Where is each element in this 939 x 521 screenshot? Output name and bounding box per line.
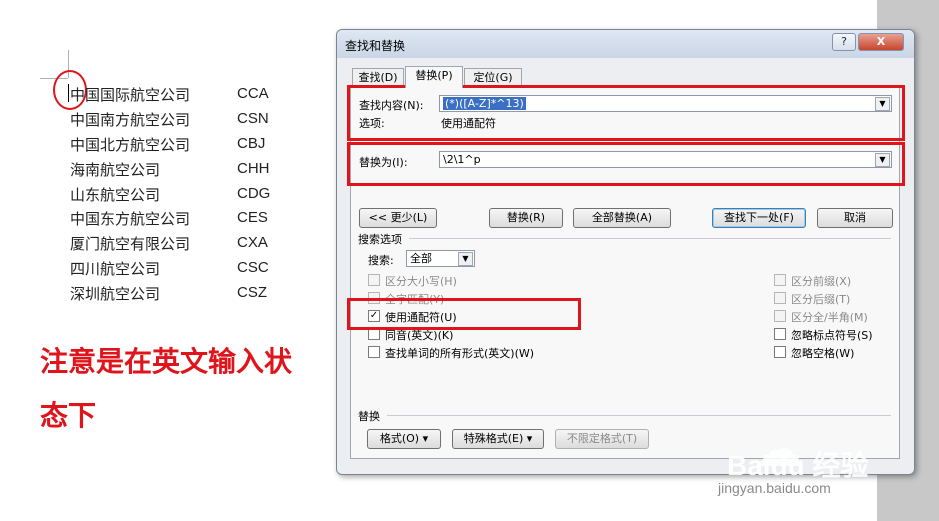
cancel-button[interactable]: 取消 — [817, 208, 893, 228]
replace-highlight-box — [347, 142, 905, 186]
match-case-checkbox[interactable] — [368, 274, 380, 286]
format-button[interactable]: 格式(O) ▾ — [367, 429, 441, 449]
all-word-forms-checkbox[interactable] — [368, 346, 380, 358]
ignore-space-checkbox[interactable] — [774, 346, 786, 358]
section-divider — [387, 415, 891, 416]
airline-code: CCA — [237, 85, 269, 102]
watermark-url: jingyan.baidu.com — [718, 480, 831, 496]
dialog-title: 查找和替换 — [345, 39, 406, 53]
airline-name: 山东航空公司 — [70, 186, 161, 204]
match-prefix-checkbox[interactable] — [774, 274, 786, 286]
watermark-brand: Baidu 经验 — [727, 450, 869, 481]
dropdown-arrow-icon[interactable]: ▼ — [458, 252, 473, 266]
airline-name: 中国北方航空公司 — [70, 136, 191, 154]
ignore-space-label: 忽略空格(W) — [791, 347, 855, 360]
airline-name: 中国南方航空公司 — [70, 111, 191, 129]
airline-name: 深圳航空公司 — [70, 285, 161, 303]
ignore-punct-checkbox[interactable] — [774, 328, 786, 340]
airline-name: 中国东方航空公司 — [70, 210, 191, 228]
find-next-button[interactable]: 查找下一处(F) — [712, 208, 806, 228]
airline-code: CSN — [237, 110, 269, 127]
annotation-note: 注意是在英文输入状 — [40, 345, 293, 378]
find-replace-dialog: 查找和替换 ? X 查找(D) 替换(P) 定位(G) 查找内容(N): (*)… — [336, 29, 915, 475]
airline-code: CBJ — [237, 135, 266, 152]
airline-code: CES — [237, 209, 268, 226]
airline-name: 厦门航空有限公司 — [70, 235, 191, 253]
annotation-note-cont: 态下 — [40, 399, 97, 432]
find-highlight-box — [347, 85, 905, 141]
match-suffix-label: 区分后缀(T) — [791, 293, 851, 306]
search-direction-select[interactable]: 全部 ▼ — [406, 250, 475, 267]
match-suffix-checkbox[interactable] — [774, 292, 786, 304]
section-divider — [409, 238, 891, 239]
width-sensitive-checkbox[interactable] — [774, 310, 786, 322]
airline-code: CHH — [237, 160, 270, 177]
replace-section-heading: 替换 — [358, 410, 380, 423]
tab-replace[interactable]: 替换(P) — [405, 66, 463, 88]
no-formatting-button[interactable]: 不限定格式(T) — [555, 429, 649, 449]
close-button[interactable]: X — [858, 33, 904, 51]
airline-name: 海南航空公司 — [70, 161, 161, 179]
ignore-punct-label: 忽略标点符号(S) — [791, 329, 873, 342]
search-direction-label: 搜索: — [368, 254, 394, 267]
help-button[interactable]: ? — [832, 33, 856, 51]
match-case-label: 区分大小写(H) — [385, 275, 457, 288]
airline-code: CSZ — [237, 284, 267, 301]
airline-code: CSC — [237, 259, 269, 276]
replace-all-button[interactable]: 全部替换(A) — [573, 208, 671, 228]
airline-name: 四川航空公司 — [70, 260, 161, 278]
airline-code: CDG — [237, 185, 271, 202]
wildcard-highlight-box — [347, 298, 581, 330]
airline-name: 中国国际航空公司 — [70, 86, 191, 104]
airline-code: CXA — [237, 234, 268, 251]
replace-button[interactable]: 替换(R) — [489, 208, 563, 228]
less-button[interactable]: << 更少(L) — [359, 208, 437, 228]
width-sensitive-label: 区分全/半角(M) — [791, 311, 868, 324]
dialog-titlebar[interactable]: 查找和替换 ? X — [337, 30, 914, 58]
search-direction-value: 全部 — [410, 252, 432, 265]
all-word-forms-label: 查找单词的所有形式(英文)(W) — [385, 347, 535, 360]
match-prefix-label: 区分前缀(X) — [791, 275, 852, 288]
special-button[interactable]: 特殊格式(E) ▾ — [452, 429, 544, 449]
search-options-heading: 搜索选项 — [358, 233, 402, 246]
